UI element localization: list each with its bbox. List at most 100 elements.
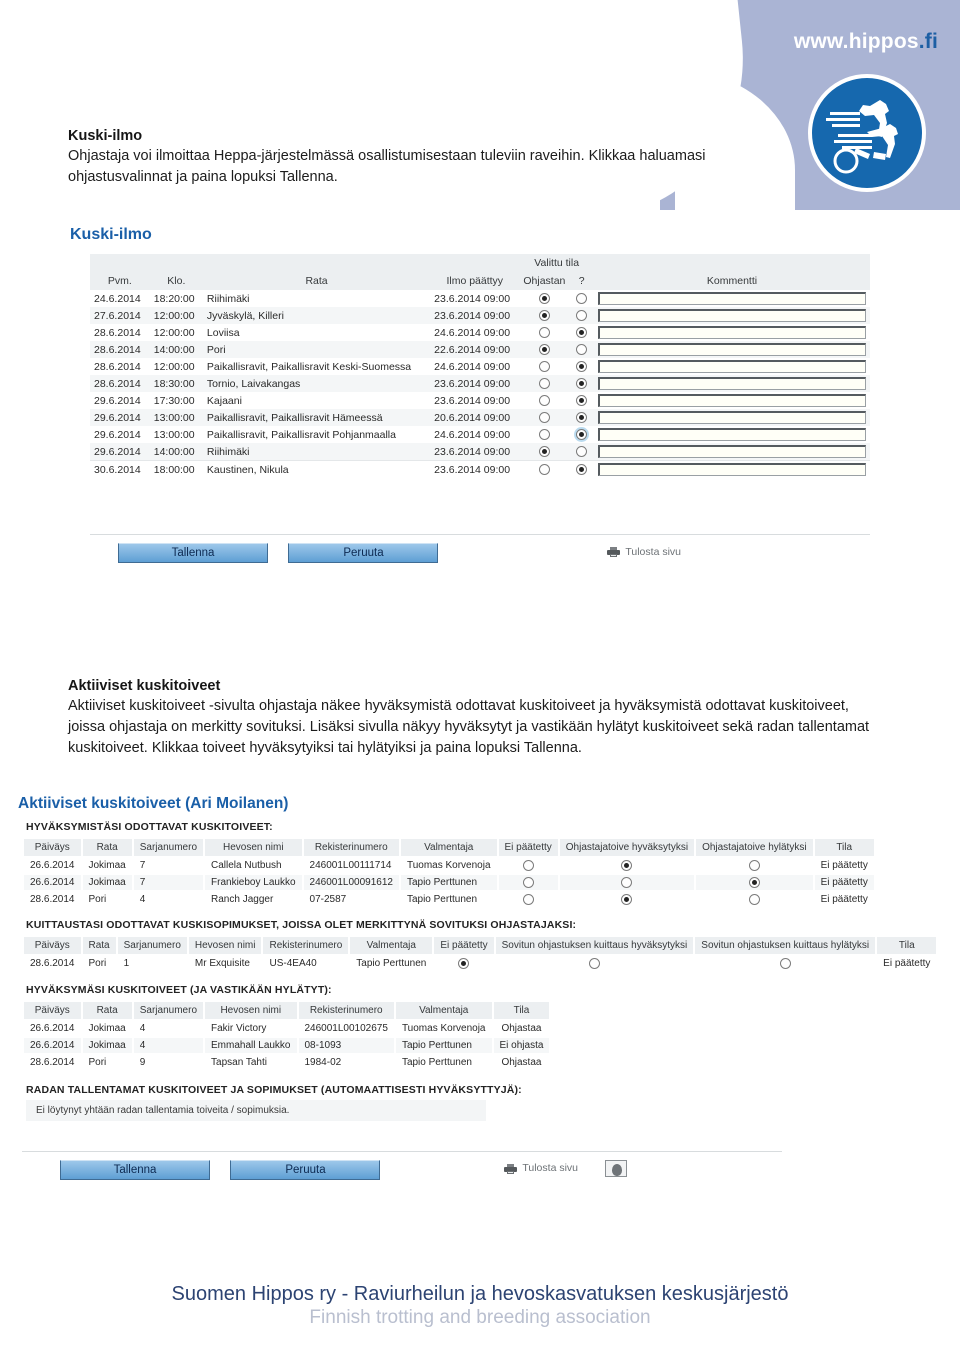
cell-radio-question[interactable] bbox=[569, 341, 594, 358]
comment-input[interactable] bbox=[598, 463, 866, 476]
cell-radio-reject[interactable] bbox=[696, 858, 813, 873]
radio-accept[interactable] bbox=[588, 958, 600, 970]
radio-reject[interactable] bbox=[779, 958, 791, 970]
hippos-logo-icon bbox=[808, 74, 926, 192]
cell-radio-reject[interactable] bbox=[696, 892, 813, 907]
cell-radio-undecided[interactable] bbox=[498, 875, 558, 891]
radio-ohjastan[interactable] bbox=[538, 344, 550, 356]
comment-input[interactable] bbox=[598, 292, 866, 305]
cell-radio-accept[interactable] bbox=[560, 892, 694, 907]
radio-undecided[interactable] bbox=[522, 860, 534, 871]
camera-icon[interactable] bbox=[604, 1159, 627, 1177]
comment-input[interactable] bbox=[598, 309, 866, 322]
radio-ohjastan[interactable] bbox=[538, 395, 550, 407]
cell-radio-question[interactable] bbox=[569, 375, 594, 392]
cancel-button-panel1[interactable]: Peruuta bbox=[288, 543, 439, 563]
cell-radio-drive[interactable] bbox=[519, 461, 569, 479]
comment-input[interactable] bbox=[598, 428, 866, 441]
save-button-panel2[interactable]: Tallenna bbox=[60, 1159, 210, 1180]
cell-radio-drive[interactable] bbox=[519, 341, 570, 358]
cell-radio-accept[interactable] bbox=[559, 875, 695, 891]
radio-undecided[interactable] bbox=[522, 877, 534, 889]
radio-question[interactable] bbox=[576, 446, 588, 458]
radio-reject[interactable] bbox=[748, 894, 760, 906]
cell-comment[interactable] bbox=[594, 392, 870, 409]
cell-comment[interactable] bbox=[594, 341, 870, 358]
radio-question[interactable] bbox=[576, 395, 588, 407]
radio-reject[interactable] bbox=[748, 877, 760, 889]
col-header-0: Päiväys bbox=[24, 839, 81, 856]
cell-comment[interactable] bbox=[594, 290, 870, 307]
cell-radio-drive[interactable] bbox=[519, 392, 569, 409]
cell-radio-question[interactable] bbox=[569, 307, 594, 324]
radio-question[interactable] bbox=[576, 310, 588, 322]
cell-radio-drive[interactable] bbox=[519, 324, 569, 341]
cell-radio-question[interactable] bbox=[569, 392, 594, 409]
comment-input[interactable] bbox=[598, 445, 866, 458]
cell-radio-reject[interactable] bbox=[696, 875, 813, 891]
radio-ohjastan[interactable] bbox=[538, 361, 550, 373]
cell-radio-accept[interactable] bbox=[560, 858, 694, 873]
radio-ohjastan[interactable] bbox=[538, 293, 550, 305]
radio-accept[interactable] bbox=[621, 877, 633, 889]
radio-question[interactable] bbox=[576, 412, 588, 424]
radio-ohjastan[interactable] bbox=[538, 378, 550, 390]
cell-comment[interactable] bbox=[594, 358, 870, 375]
cell-comment[interactable] bbox=[594, 426, 870, 443]
cell-radio-question[interactable] bbox=[569, 443, 594, 461]
radio-ohjastan[interactable] bbox=[538, 412, 550, 424]
cell-radio-question[interactable] bbox=[569, 409, 594, 426]
radio-ohjastan[interactable] bbox=[538, 310, 550, 322]
cell-radio-drive[interactable] bbox=[519, 426, 569, 443]
radio-undecided[interactable] bbox=[522, 894, 534, 906]
save-button-panel1[interactable]: Tallenna bbox=[118, 543, 268, 563]
cell-comment[interactable] bbox=[594, 307, 870, 324]
print-page-link-panel1[interactable]: Tulosta sivu bbox=[607, 546, 681, 558]
cell-radio-drive[interactable] bbox=[519, 290, 569, 307]
radio-question[interactable] bbox=[576, 361, 588, 373]
cell-radio-drive[interactable] bbox=[519, 358, 569, 375]
cancel-button-panel2[interactable]: Peruuta bbox=[230, 1159, 381, 1180]
cell-radio-question[interactable] bbox=[569, 324, 594, 341]
comment-input[interactable] bbox=[598, 411, 866, 424]
cell-radio-reject[interactable] bbox=[695, 956, 875, 971]
cell-comment[interactable] bbox=[594, 443, 870, 461]
radio-question[interactable] bbox=[576, 464, 588, 476]
comment-input[interactable] bbox=[598, 377, 866, 390]
cell-radio-undecided[interactable] bbox=[499, 892, 558, 907]
comment-input[interactable] bbox=[598, 360, 866, 373]
cell-radio-undecided[interactable] bbox=[499, 858, 558, 873]
cell-radio-drive[interactable] bbox=[519, 375, 570, 392]
cell-radio-undecided[interactable] bbox=[434, 956, 493, 971]
radio-ohjastan[interactable] bbox=[538, 327, 550, 339]
comment-input[interactable] bbox=[598, 326, 866, 339]
cell-radio-question[interactable] bbox=[569, 461, 594, 479]
comment-input[interactable] bbox=[598, 394, 866, 407]
cell-track: Paikallisravit, Paikallisravit Hämeessä bbox=[202, 409, 431, 426]
cell-comment[interactable] bbox=[594, 409, 870, 426]
radio-question[interactable] bbox=[576, 344, 588, 356]
cell-radio-question[interactable] bbox=[569, 358, 594, 375]
comment-input[interactable] bbox=[598, 343, 866, 356]
radio-ohjastan[interactable] bbox=[538, 464, 550, 476]
radio-reject[interactable] bbox=[748, 860, 760, 871]
cell-radio-drive[interactable] bbox=[519, 307, 570, 324]
radio-ohjastan[interactable] bbox=[538, 429, 550, 441]
radio-undecided[interactable] bbox=[458, 958, 470, 970]
print-page-link-panel2[interactable]: Tulosta sivu bbox=[504, 1162, 578, 1174]
cell-radio-question[interactable] bbox=[569, 426, 594, 443]
cell-radio-accept[interactable] bbox=[496, 956, 694, 971]
radio-question[interactable] bbox=[576, 327, 588, 339]
cell-comment[interactable] bbox=[594, 375, 870, 392]
cell-radio-drive[interactable] bbox=[519, 409, 570, 426]
cell-radio-question[interactable] bbox=[569, 290, 594, 307]
radio-accept[interactable] bbox=[621, 860, 633, 871]
radio-accept[interactable] bbox=[621, 894, 633, 906]
radio-ohjastan[interactable] bbox=[538, 446, 550, 458]
cell-comment[interactable] bbox=[594, 461, 870, 479]
cell-radio-drive[interactable] bbox=[519, 443, 570, 461]
radio-question[interactable] bbox=[576, 429, 588, 441]
radio-question[interactable] bbox=[576, 293, 588, 305]
cell-comment[interactable] bbox=[594, 324, 870, 341]
radio-question[interactable] bbox=[576, 378, 588, 390]
